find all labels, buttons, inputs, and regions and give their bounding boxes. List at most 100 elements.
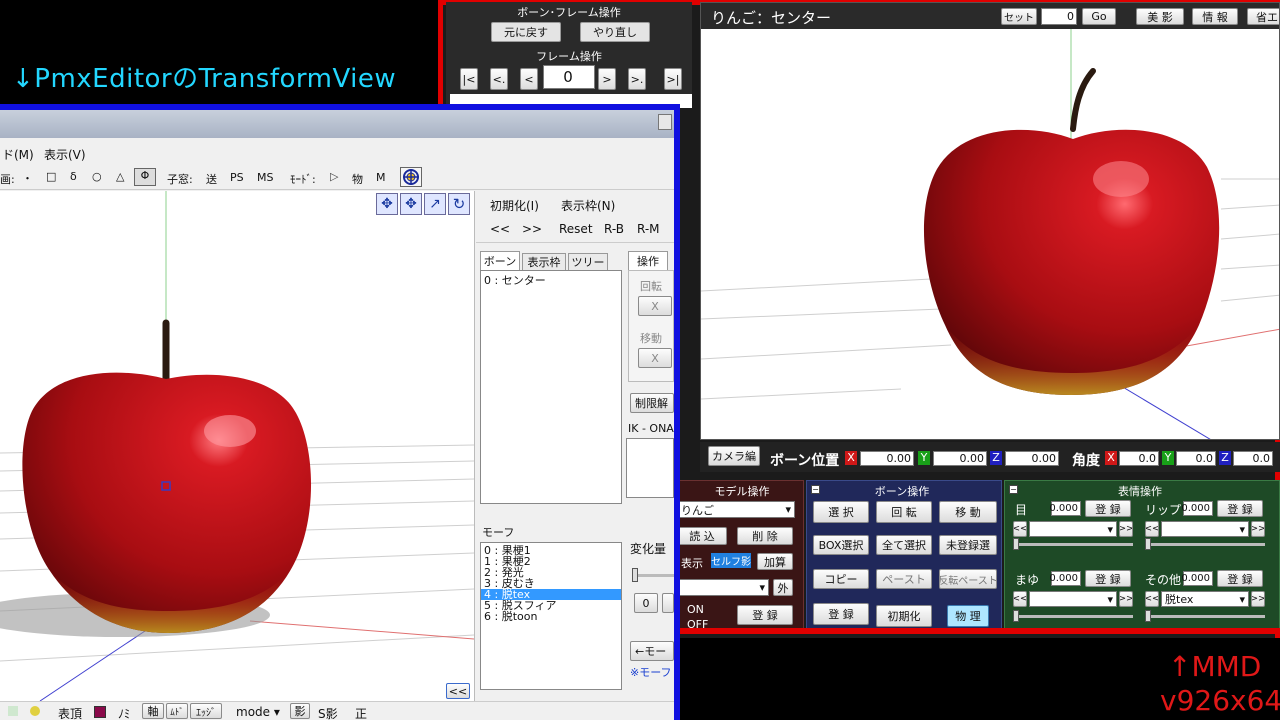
pmx-viewport[interactable]: ✥ ✥ ↗ ↻ — [0, 191, 474, 701]
collapse-icon[interactable]: − — [811, 485, 820, 494]
eye-next-button[interactable]: >> — [1119, 521, 1133, 537]
mode-m[interactable]: M — [376, 171, 386, 184]
zero-button-2[interactable] — [662, 593, 674, 613]
go-button[interactable]: Go — [1082, 8, 1116, 25]
tool-triangle[interactable]: △ — [116, 170, 124, 183]
frame-next-key-button[interactable]: >. — [628, 68, 646, 90]
tab-display-frame[interactable]: 表示枠 — [522, 253, 566, 270]
bottom-nomi[interactable]: ﾉﾐ — [118, 705, 130, 720]
rotate-icon[interactable]: ↻ — [448, 193, 470, 215]
morph-collapse-icon[interactable]: − — [1009, 485, 1018, 494]
nav-rm[interactable]: R-M — [637, 222, 660, 236]
angle-x-input[interactable]: 0.0 — [1119, 451, 1159, 466]
tool-circle[interactable]: ○ — [92, 170, 102, 183]
eye-value[interactable]: 0.000 — [1049, 501, 1081, 516]
move-axis-icon[interactable]: ↗ — [424, 193, 446, 215]
nav-prev[interactable]: << — [490, 222, 510, 236]
frame-number-input[interactable]: 0 — [543, 65, 595, 89]
pmx-close-icon[interactable] — [658, 114, 672, 130]
lip-slider[interactable] — [1145, 538, 1265, 550]
other-next-button[interactable]: >> — [1251, 591, 1265, 607]
bone-move-button[interactable]: 移 動 — [939, 501, 997, 523]
eye-register-button[interactable]: 登 録 — [1085, 500, 1131, 517]
bottom-vertex[interactable]: 表頂 — [58, 705, 82, 720]
delete-model-button[interactable]: 削 除 — [737, 527, 793, 545]
outer-parent-select[interactable]: ▾ — [677, 579, 769, 596]
bottom-model-button[interactable]: ﾑﾄﾞ — [166, 703, 188, 719]
child-send[interactable]: 送 — [206, 171, 217, 187]
other-slider[interactable] — [1145, 610, 1265, 622]
brow-register-button[interactable]: 登 録 — [1085, 570, 1131, 587]
bone-reset-button[interactable]: 初期化 — [876, 605, 932, 627]
physics-button[interactable]: 物 理 — [947, 605, 989, 627]
tab-tree[interactable]: ツリー — [568, 253, 608, 270]
frame-prev-button[interactable]: < — [520, 68, 538, 90]
lip-prev-button[interactable]: << — [1145, 521, 1159, 537]
frame-prev-key-button[interactable]: <. — [490, 68, 508, 90]
on-radio-label[interactable]: ON — [687, 603, 704, 616]
pos-z-input[interactable]: 0.00 — [1005, 451, 1059, 466]
add-button[interactable]: 加算 — [757, 553, 793, 570]
other-value[interactable]: 0.000 — [1181, 571, 1213, 586]
brow-select[interactable]: ▾ — [1029, 591, 1117, 607]
eye-slider-thumb[interactable] — [1013, 538, 1019, 550]
brow-slider[interactable] — [1013, 610, 1133, 622]
move-plane-icon[interactable]: ✥ — [400, 193, 422, 215]
menu-view[interactable]: 表示(V) — [44, 146, 86, 163]
light-icon[interactable] — [30, 706, 40, 716]
tab-bone[interactable]: ボーン — [480, 251, 520, 270]
bone-list-item[interactable]: 0 : センター — [481, 275, 621, 286]
brow-slider-thumb[interactable] — [1013, 610, 1019, 622]
bottom-self-shadow[interactable]: S影 — [318, 705, 338, 720]
mode-physics[interactable]: 物 — [352, 171, 363, 187]
bottom-edge-button[interactable]: ｴｯｼﾞ — [190, 703, 222, 719]
eye-prev-button[interactable]: << — [1013, 521, 1027, 537]
side-menu-init[interactable]: 初期化(I) — [490, 197, 539, 214]
outer-parent-button[interactable]: 外 — [773, 579, 793, 596]
side-menu-display-frame[interactable]: 表示枠(N) — [561, 197, 615, 214]
tool-phi[interactable]: Φ — [134, 168, 156, 186]
material-color-swatch[interactable] — [94, 706, 106, 718]
model-select[interactable]: りんご ▾ — [677, 501, 795, 518]
lip-select[interactable]: ▾ — [1161, 521, 1249, 537]
frame-first-button[interactable]: |< — [460, 68, 478, 90]
load-model-button[interactable]: 読 込 — [677, 527, 727, 545]
tool-square[interactable]: □ — [46, 170, 56, 183]
bottom-shadow-button[interactable]: 影 — [290, 703, 310, 719]
unregistered-select-button[interactable]: 未登録選 — [939, 535, 997, 555]
rotate-x-button[interactable]: X — [638, 296, 672, 316]
morph-list[interactable]: 0 : 果梗1 1 : 果梗2 2 : 発光 3 : 皮むき 4 : 脱tex … — [480, 542, 622, 690]
bone-register-button[interactable]: 登 録 — [813, 603, 869, 625]
info-button[interactable]: 情 報 — [1192, 8, 1238, 25]
move-xyz-icon[interactable]: ✥ — [376, 193, 398, 215]
bone-select-button[interactable]: 選 択 — [813, 501, 869, 523]
limit-release-button[interactable]: 制限解 — [630, 393, 674, 413]
mmd-viewport[interactable]: りんご：センター セット 0 Go 美 影 情 報 省エ — [700, 2, 1280, 440]
target-icon[interactable] — [400, 167, 422, 187]
lip-next-button[interactable]: >> — [1251, 521, 1265, 537]
bottom-mode-select[interactable]: mode ▾ — [236, 705, 280, 719]
other-register-button[interactable]: 登 録 — [1217, 570, 1263, 587]
wire-icon[interactable] — [8, 706, 18, 716]
pos-y-input[interactable]: 0.00 — [933, 451, 987, 466]
redo-button[interactable]: やり直し — [580, 22, 650, 42]
angle-y-input[interactable]: 0.0 — [1176, 451, 1216, 466]
select-all-button[interactable]: 全て選択 — [876, 535, 932, 555]
copy-button[interactable]: コピー — [813, 569, 869, 589]
undo-button[interactable]: 元に戻す — [491, 22, 561, 42]
angle-z-input[interactable]: 0.0 — [1233, 451, 1273, 466]
bishadow-button[interactable]: 美 影 — [1136, 8, 1184, 25]
brow-next-button[interactable]: >> — [1119, 591, 1133, 607]
mode-play[interactable]: ▷ — [330, 170, 338, 183]
child-ms[interactable]: MS — [257, 171, 273, 184]
tab-operation[interactable]: 操作 — [628, 251, 668, 270]
other-prev-button[interactable]: << — [1145, 591, 1159, 607]
zero-button[interactable]: 0 — [634, 593, 658, 613]
other-slider-thumb[interactable] — [1145, 610, 1151, 622]
lip-slider-thumb[interactable] — [1145, 538, 1151, 550]
pos-x-input[interactable]: 0.00 — [860, 451, 914, 466]
other-select[interactable]: 脱tex ▾ — [1161, 591, 1249, 607]
frame-last-button[interactable]: >| — [664, 68, 682, 90]
brow-prev-button[interactable]: << — [1013, 591, 1027, 607]
tool-point[interactable]: ・ — [22, 170, 33, 186]
